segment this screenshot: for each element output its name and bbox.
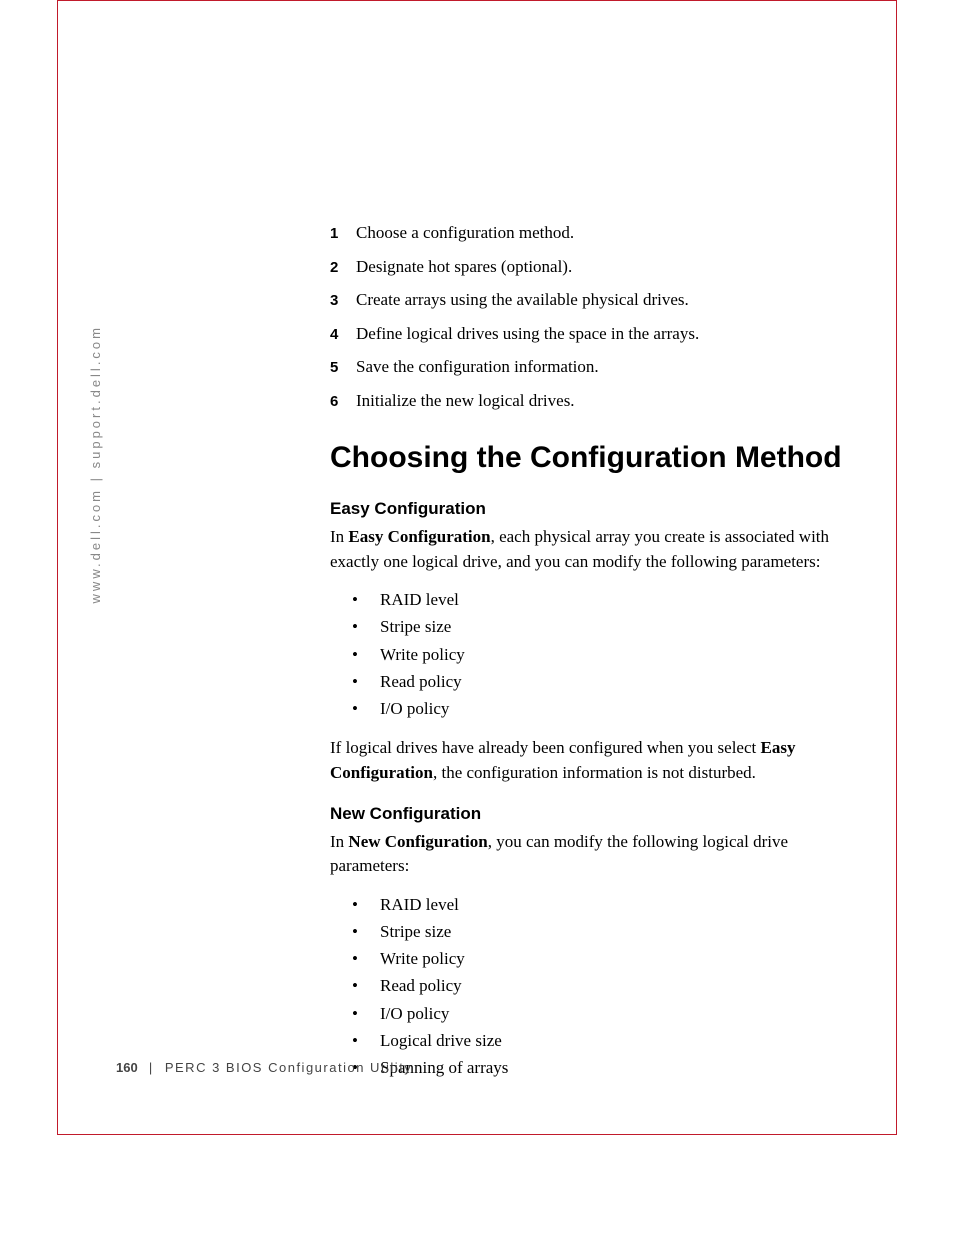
page: www.dell.com | support.dell.com 1Choose … <box>0 0 954 1235</box>
list-item: 4Define logical drives using the space i… <box>330 321 860 347</box>
list-item: Stripe size <box>352 613 860 640</box>
new-bullets: RAID level Stripe size Write policy Read… <box>352 891 860 1081</box>
easy-bullets: RAID level Stripe size Write policy Read… <box>352 586 860 722</box>
step-number: 6 <box>330 391 356 414</box>
section-heading: Choosing the Configuration Method <box>330 441 860 475</box>
step-number: 5 <box>330 357 356 380</box>
step-text: Define logical drives using the space in… <box>356 321 699 347</box>
easy-after: If logical drives have already been conf… <box>330 736 860 785</box>
step-text: Create arrays using the available physic… <box>356 287 689 313</box>
list-item: Write policy <box>352 641 860 668</box>
list-item: Logical drive size <box>352 1027 860 1054</box>
list-item: Write policy <box>352 945 860 972</box>
step-text: Designate hot spares (optional). <box>356 254 572 280</box>
list-item: Read policy <box>352 972 860 999</box>
footer-title: PERC 3 BIOS Configuration Utility <box>165 1060 412 1075</box>
list-item: 6Initialize the new logical drives. <box>330 388 860 414</box>
list-item: RAID level <box>352 891 860 918</box>
step-text: Choose a configuration method. <box>356 220 574 246</box>
step-text: Save the configuration information. <box>356 354 599 380</box>
list-item: I/O policy <box>352 1000 860 1027</box>
subheading-new: New Configuration <box>330 804 860 824</box>
bold-term: New Configuration <box>348 832 487 851</box>
subheading-easy: Easy Configuration <box>330 499 860 519</box>
list-item: Read policy <box>352 668 860 695</box>
new-intro: In New Configuration, you can modify the… <box>330 830 860 879</box>
list-item: 5Save the configuration information. <box>330 354 860 380</box>
step-number: 1 <box>330 223 356 246</box>
list-item: Spanning of arrays <box>352 1054 860 1081</box>
content-area: 1Choose a configuration method. 2Designa… <box>330 220 860 1095</box>
list-item: 1Choose a configuration method. <box>330 220 860 246</box>
list-item: I/O policy <box>352 695 860 722</box>
step-number: 4 <box>330 324 356 347</box>
step-number: 3 <box>330 290 356 313</box>
list-item: 2Designate hot spares (optional). <box>330 254 860 280</box>
list-item: Stripe size <box>352 918 860 945</box>
steps-list: 1Choose a configuration method. 2Designa… <box>330 220 860 413</box>
list-item: RAID level <box>352 586 860 613</box>
page-number: 160 <box>116 1060 138 1075</box>
page-footer: 160 | PERC 3 BIOS Configuration Utility <box>116 1060 412 1075</box>
text: In <box>330 832 348 851</box>
step-number: 2 <box>330 257 356 280</box>
side-url: www.dell.com | support.dell.com <box>88 325 103 603</box>
step-text: Initialize the new logical drives. <box>356 388 575 414</box>
easy-intro: In Easy Configuration, each physical arr… <box>330 525 860 574</box>
footer-divider: | <box>149 1060 154 1075</box>
text: , the configuration information is not d… <box>433 763 756 782</box>
text: If logical drives have already been conf… <box>330 738 761 757</box>
list-item: 3Create arrays using the available physi… <box>330 287 860 313</box>
text: In <box>330 527 348 546</box>
bold-term: Easy Configuration <box>348 527 490 546</box>
